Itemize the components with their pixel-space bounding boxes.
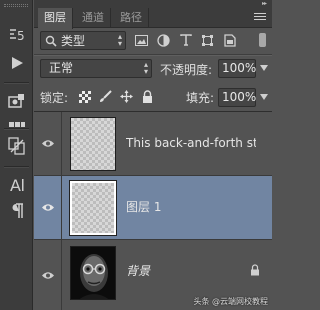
layer-lock-icon: [250, 264, 260, 279]
panel-topbar: ▸▸: [34, 0, 272, 8]
chevron-updown-icon: ▴ ▾: [143, 60, 148, 76]
fill-input[interactable]: 100%: [218, 88, 268, 107]
collapse-icon[interactable]: ▸▸: [262, 1, 267, 7]
tab-channels[interactable]: 通道: [76, 8, 111, 28]
adjustment-icon[interactable]: [0, 88, 33, 114]
search-icon: [45, 35, 57, 47]
opacity-label: 不透明度:: [160, 63, 213, 77]
svg-text:A: A: [10, 176, 21, 194]
drag-grip[interactable]: [4, 4, 28, 7]
lock-icons: [78, 90, 154, 103]
tab-layers[interactable]: 图层: [38, 8, 73, 29]
eye-icon[interactable]: [34, 176, 62, 239]
layer-thumbnail: [70, 117, 116, 171]
eye-icon[interactable]: [34, 112, 62, 175]
filter-icons: [134, 32, 237, 48]
layer-row[interactable]: This back-and-forth st...: [34, 112, 272, 176]
pixel-filter-icon[interactable]: [134, 32, 149, 48]
eye-icon[interactable]: [34, 240, 62, 310]
lock-pixels-brush-icon[interactable]: [99, 90, 112, 103]
panel-menu-icon[interactable]: [254, 13, 266, 23]
chevron-updown-icon: ▴ ▾: [117, 32, 122, 48]
shape-filter-icon[interactable]: [200, 32, 215, 48]
lock-transparent-icon[interactable]: [78, 90, 91, 103]
opacity-dropdown-icon[interactable]: [260, 65, 268, 71]
layers-panel: ▸▸ 图层 通道 路径 类型 ▴ ▾ 正常 ▴ ▾ 不透明度: 100% 锁定:…: [34, 0, 272, 310]
lock-all-icon[interactable]: [141, 90, 154, 103]
tool-strip: 5 A: [0, 0, 33, 310]
background-photo-thumbnail: [70, 246, 116, 300]
clone-source-icon[interactable]: [0, 133, 33, 159]
lock-label: 锁定:: [40, 91, 69, 105]
blend-mode-value: 正常: [49, 61, 74, 75]
fill-label: 填充:: [186, 91, 215, 105]
character-icon[interactable]: A: [0, 172, 33, 198]
layer-name[interactable]: This back-and-forth st...: [126, 112, 256, 175]
layer-row-selected[interactable]: 图层 1: [34, 176, 272, 240]
layers-list: This back-and-forth st... 图层 1 背景: [34, 111, 272, 310]
paragraph-icon[interactable]: [0, 198, 33, 224]
layer-thumbnail: [69, 180, 117, 236]
panel-tabs: 图层 通道 路径: [34, 8, 272, 29]
history-brush-icon[interactable]: 5: [0, 22, 33, 48]
opacity-input[interactable]: 100%: [218, 59, 268, 78]
fill-dropdown-icon[interactable]: [260, 94, 268, 100]
layer-name[interactable]: 图层 1: [126, 176, 256, 239]
lock-position-move-icon[interactable]: [120, 90, 133, 103]
filter-toggle-switch[interactable]: [259, 33, 266, 47]
smart-object-filter-icon[interactable]: [222, 32, 237, 48]
svg-text:5: 5: [17, 29, 25, 43]
filter-kind-label: 类型: [61, 34, 86, 48]
filter-kind-select[interactable]: 类型 ▴ ▾: [40, 31, 126, 50]
blend-mode-select[interactable]: 正常 ▴ ▾: [40, 59, 152, 78]
opacity-value: 100%: [222, 61, 257, 75]
watermark: 头条 @云端网校教程: [193, 297, 268, 306]
play-action-icon[interactable]: [0, 50, 33, 76]
type-filter-icon[interactable]: [178, 32, 193, 48]
fill-value: 100%: [222, 90, 257, 104]
tab-paths[interactable]: 路径: [114, 8, 149, 28]
adjustment-filter-icon[interactable]: [156, 32, 171, 48]
